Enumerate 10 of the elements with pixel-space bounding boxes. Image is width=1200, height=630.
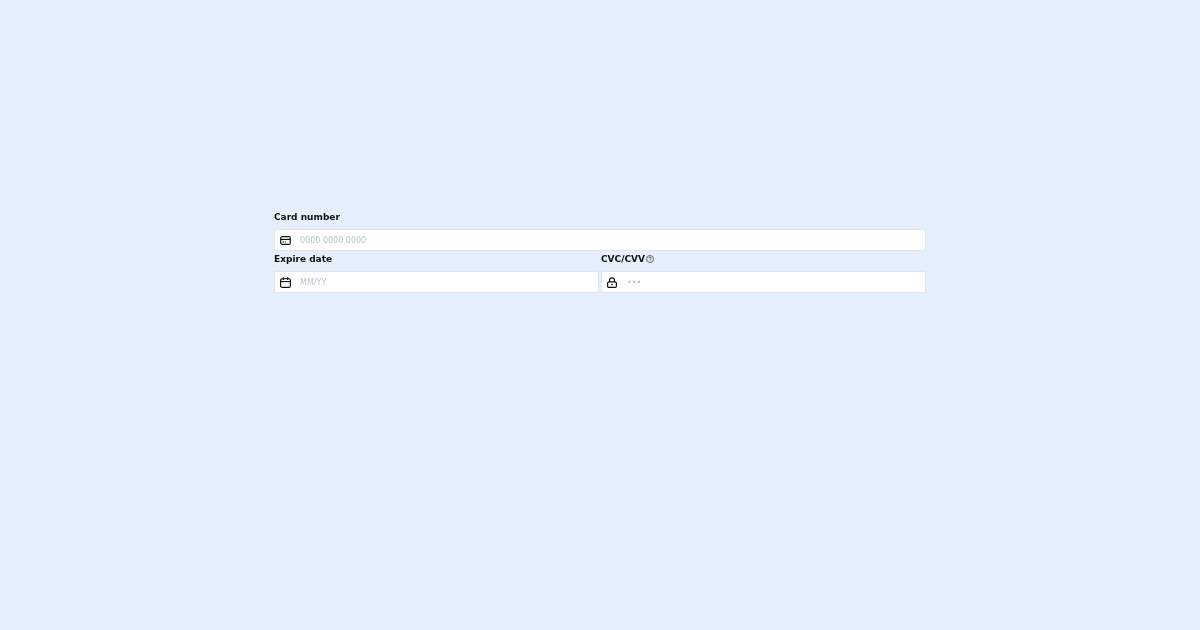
input-field[interactable]: 0000 0000 0000 <box>274 229 926 251</box>
input-field[interactable]: MM/YY <box>274 271 599 293</box>
input-field[interactable]: ••• <box>601 271 926 293</box>
field-label: CVC/CVV <box>601 253 645 265</box>
padlock-icon <box>607 276 617 288</box>
credit-card-icon <box>280 235 291 245</box>
field-label: Card number <box>274 211 340 223</box>
field-label: Expire date <box>274 253 333 265</box>
help-icon[interactable] <box>646 255 654 263</box>
calendar-icon <box>280 276 291 288</box>
